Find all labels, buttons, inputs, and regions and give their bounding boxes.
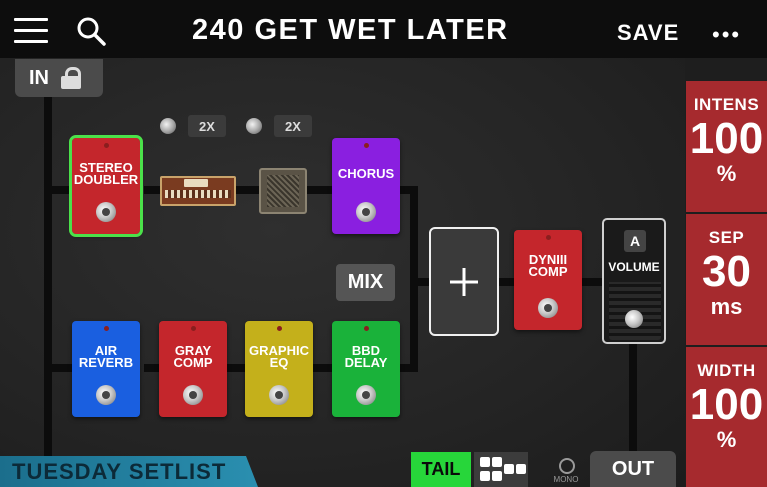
block-led <box>276 326 282 331</box>
block-label: VOLUME <box>608 260 660 274</box>
block-label: GRAPHIC EQ <box>249 343 309 370</box>
wire <box>582 278 604 286</box>
input-wire <box>44 97 52 457</box>
mono-ring-icon <box>559 458 575 474</box>
save-button[interactable]: SAVE <box>617 20 679 46</box>
preset-title[interactable]: 240 GET WET LATER <box>192 14 509 47</box>
plus-icon <box>450 267 478 296</box>
block-gray-comp[interactable]: GRAY COMP <box>159 321 227 417</box>
output-block[interactable]: OUT <box>590 451 676 487</box>
block-stereo-doubler[interactable]: STEREO DOUBLER <box>69 135 143 237</box>
block-label: DYNIII COMP <box>528 252 568 279</box>
wire <box>44 186 72 194</box>
block-bbd-delay[interactable]: BBD DELAY <box>332 321 400 417</box>
block-chorus[interactable]: CHORUS <box>332 138 400 234</box>
param-intensity[interactable]: INTENS 100 % <box>686 81 767 212</box>
cab-multiplier-badge[interactable]: 2X <box>274 115 312 137</box>
input-block[interactable]: IN <box>15 59 103 97</box>
footswitch-icon <box>625 310 643 328</box>
amp-block[interactable] <box>160 176 236 206</box>
block-label: CHORUS <box>337 166 395 181</box>
amp-multiplier-badge[interactable]: 2X <box>188 115 226 137</box>
block-air-reverb[interactable]: AIR REVERB <box>72 321 140 417</box>
cab-block[interactable] <box>259 168 307 214</box>
footswitch-icon <box>538 298 558 318</box>
footswitch-icon <box>96 385 116 405</box>
wire <box>44 364 72 372</box>
block-label: AIR REVERB <box>78 343 134 370</box>
footswitch-icon <box>356 202 376 222</box>
block-dyniii-comp[interactable]: DYNIII COMP <box>514 230 582 330</box>
add-block-button[interactable] <box>429 227 499 336</box>
param-unit: % <box>716 161 737 186</box>
block-led <box>363 326 369 331</box>
block-graphic-eq[interactable]: GRAPHIC EQ <box>245 321 313 417</box>
output-wire <box>629 344 637 452</box>
param-width[interactable]: WIDTH 100 % <box>686 347 767 487</box>
param-separation[interactable]: SEP 30 ms <box>686 214 767 345</box>
block-led <box>545 235 551 240</box>
amp-knob-icon[interactable] <box>160 118 176 134</box>
mono-label: MONO <box>553 475 579 484</box>
grid-view-icon[interactable] <box>474 452 528 487</box>
param-name: WIDTH <box>697 361 756 380</box>
mixer-block[interactable]: MIX <box>336 264 395 301</box>
tail-toggle[interactable]: TAIL <box>411 452 471 487</box>
volume-tag: A <box>624 230 646 252</box>
param-name: SEP <box>708 228 745 247</box>
param-unit: ms <box>710 294 743 319</box>
block-label: BBD DELAY <box>344 343 388 370</box>
block-label: GRAY COMP <box>173 343 213 370</box>
footswitch-icon <box>96 202 116 222</box>
lock-icon[interactable] <box>61 67 81 89</box>
cab-knob-icon[interactable] <box>246 118 262 134</box>
footswitch-icon <box>183 385 203 405</box>
setlist-name[interactable]: TUESDAY SETLIST <box>0 456 258 487</box>
top-bar: 240 GET WET LATER SAVE ••• <box>0 0 767 58</box>
wire <box>497 278 515 286</box>
block-led <box>363 143 369 148</box>
footswitch-icon <box>356 385 376 405</box>
param-value: 30 <box>702 247 751 296</box>
wire <box>400 364 414 372</box>
param-unit: % <box>716 427 737 452</box>
block-led <box>103 143 109 148</box>
param-name: INTENS <box>693 95 760 114</box>
hamburger-icon[interactable] <box>14 18 48 44</box>
block-label: STEREO DOUBLER <box>73 160 139 187</box>
block-volume-pedal[interactable]: A VOLUME <box>602 218 666 344</box>
block-led <box>103 326 109 331</box>
mono-toggle[interactable]: MONO <box>551 458 581 487</box>
param-value: 100 <box>689 114 764 163</box>
search-icon[interactable] <box>76 16 106 46</box>
more-options-button[interactable]: ••• <box>712 22 741 48</box>
input-label: IN <box>29 66 49 89</box>
footswitch-icon <box>269 385 289 405</box>
param-value: 100 <box>689 380 764 429</box>
block-led <box>190 326 196 331</box>
